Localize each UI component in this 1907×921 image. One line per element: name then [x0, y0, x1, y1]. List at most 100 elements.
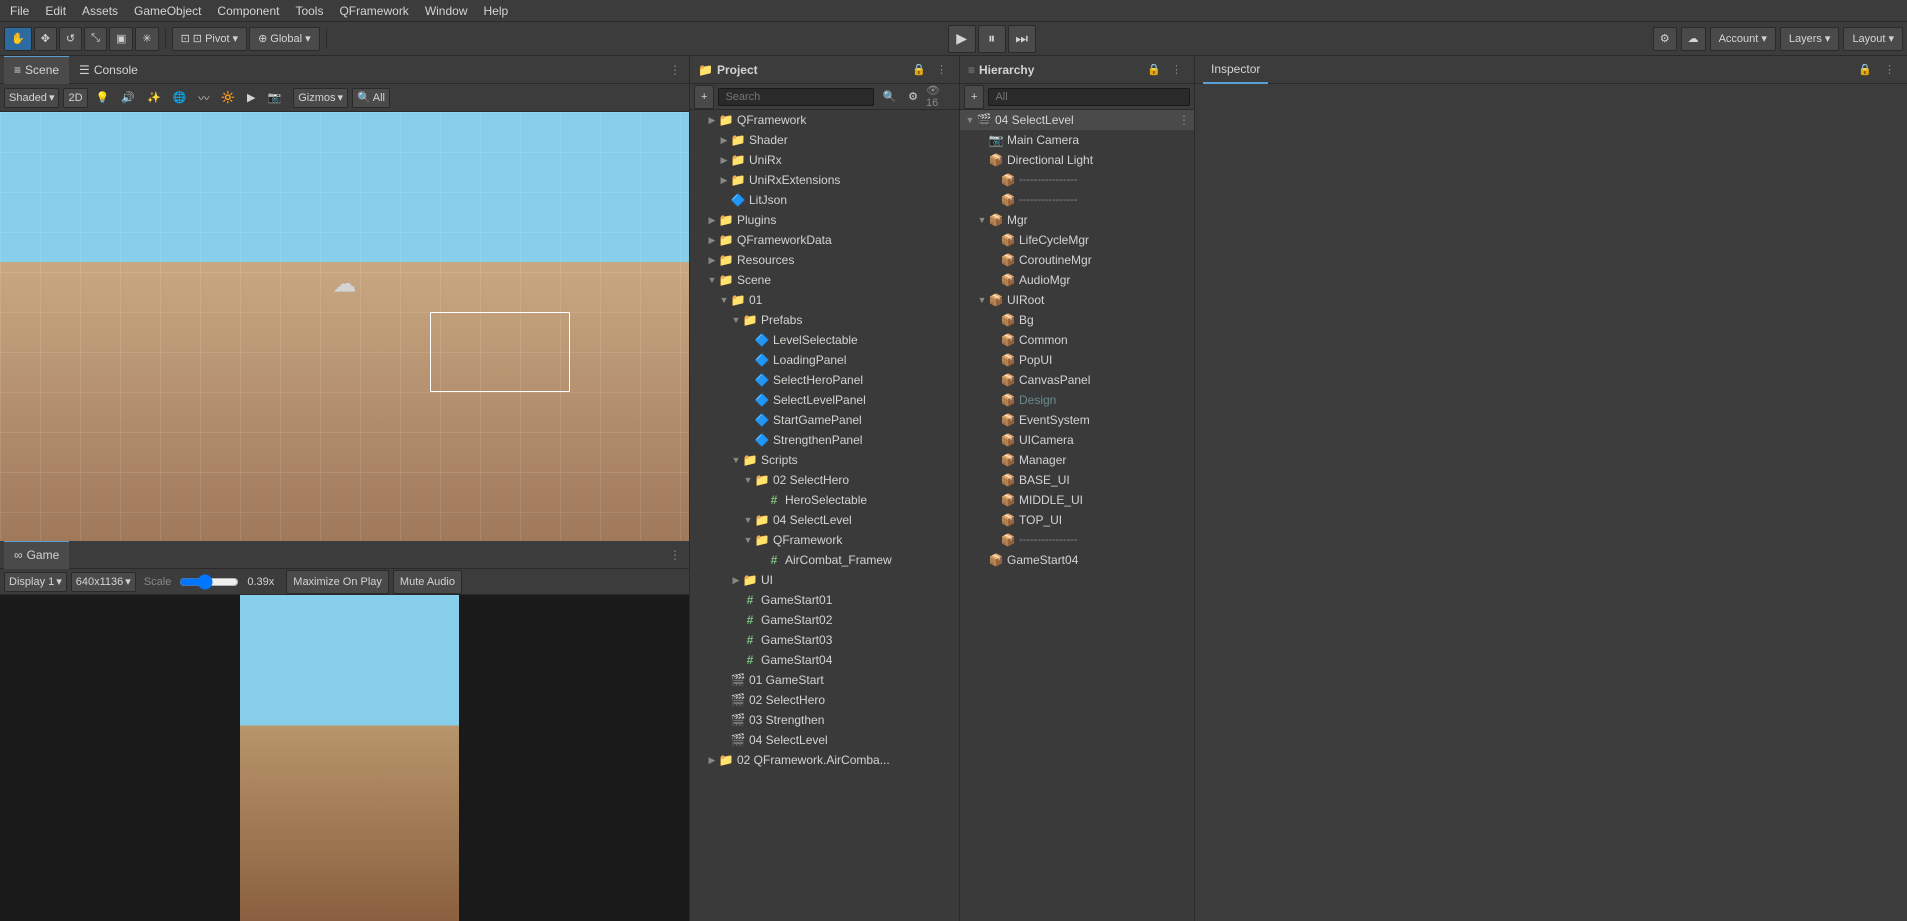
shaded-dropdown[interactable]: Shaded ▾	[4, 88, 59, 108]
cloud-button[interactable]: ☁	[1681, 27, 1706, 51]
global-button[interactable]: ⊕ Global ▾	[249, 27, 320, 51]
resolution-dropdown[interactable]: 640x1136 ▾	[71, 572, 136, 592]
project-item-plugins[interactable]: ▶ 📁 Plugins	[690, 210, 959, 230]
game-tab-menu[interactable]: ⋮	[665, 548, 685, 562]
project-item-levelselectable[interactable]: 🔷 LevelSelectable	[690, 330, 959, 350]
hand-tool-button[interactable]: ✋	[4, 27, 32, 51]
project-item-04selectlevel[interactable]: ▼ 📁 04 SelectLevel	[690, 510, 959, 530]
hierarchy-item-bg[interactable]: 📦 Bg	[960, 310, 1194, 330]
hierarchy-add-button[interactable]: +	[964, 85, 984, 109]
menu-file[interactable]: File	[4, 4, 35, 18]
project-menu-button[interactable]: ⋮	[932, 61, 951, 78]
fog-button[interactable]: 〰	[194, 88, 213, 108]
inspector-tab[interactable]: Inspector	[1203, 56, 1268, 84]
hierarchy-item-gamestart04[interactable]: 📦 GameStart04	[960, 550, 1194, 570]
layout-dropdown[interactable]: Layout ▾	[1843, 27, 1903, 51]
rotate-tool-button[interactable]: ↺	[59, 27, 82, 51]
rect-tool-button[interactable]: ▣	[109, 27, 133, 51]
flare-button[interactable]: 🔆	[217, 88, 239, 108]
project-item-scene02selecthero[interactable]: 🎬 02 SelectHero	[690, 690, 959, 710]
hierarchy-item-manager[interactable]: 📦 Manager	[960, 450, 1194, 470]
project-item-scripts[interactable]: ▼ 📁 Scripts	[690, 450, 959, 470]
hierarchy-item-baseui[interactable]: 📦 BASE_UI	[960, 470, 1194, 490]
project-search-icon[interactable]: 🔍	[878, 87, 900, 107]
menu-edit[interactable]: Edit	[39, 4, 72, 18]
animated-button[interactable]: ▶	[243, 88, 259, 108]
project-item-02qframeworkaircomba[interactable]: ▶ 📁 02 QFramework.AirComba...	[690, 750, 959, 770]
menu-component[interactable]: Component	[211, 4, 285, 18]
menu-help[interactable]: Help	[478, 4, 515, 18]
scene-tab[interactable]: ≡ Scene	[4, 56, 69, 84]
console-tab[interactable]: ☰ Console	[69, 56, 148, 84]
project-item-qframeworkdata[interactable]: ▶ 📁 QFrameworkData	[690, 230, 959, 250]
hierarchy-item-maincamera[interactable]: 📷 Main Camera	[960, 130, 1194, 150]
project-item-resources[interactable]: ▶ 📁 Resources	[690, 250, 959, 270]
project-item-strengthenpanel[interactable]: 🔷 StrengthenPanel	[690, 430, 959, 450]
hierarchy-item-middleui[interactable]: 📦 MIDDLE_UI	[960, 490, 1194, 510]
game-tab[interactable]: ∞ Game	[4, 541, 69, 569]
menu-window[interactable]: Window	[419, 4, 474, 18]
hierarchy-item-uiroot[interactable]: ▼ 📦 UIRoot	[960, 290, 1194, 310]
hierarchy-item-design[interactable]: 📦 Design	[960, 390, 1194, 410]
mute-audio-button[interactable]: Mute Audio	[393, 570, 462, 594]
audio-button[interactable]: 🔊	[117, 88, 139, 108]
hierarchy-search-input[interactable]	[988, 88, 1190, 106]
project-item-gamestart01[interactable]: # GameStart01	[690, 590, 959, 610]
gizmos-dropdown[interactable]: Gizmos ▾	[293, 88, 348, 108]
project-item-gamestart04[interactable]: # GameStart04	[690, 650, 959, 670]
sky-button[interactable]: 🌐	[169, 88, 191, 108]
hierarchy-item-popui[interactable]: 📦 PopUI	[960, 350, 1194, 370]
project-item-selectheropanel[interactable]: 🔷 SelectHeroPanel	[690, 370, 959, 390]
project-item-scene[interactable]: ▼ 📁 Scene	[690, 270, 959, 290]
project-search-input[interactable]	[718, 88, 874, 106]
project-item-litjson[interactable]: 🔷 LitJson	[690, 190, 959, 210]
step-button[interactable]: ⏭	[1008, 25, 1036, 53]
scene-root-menu[interactable]: ⋮	[1178, 113, 1190, 127]
hierarchy-item-audiomgr[interactable]: 📦 AudioMgr	[960, 270, 1194, 290]
project-item-01[interactable]: ▼ 📁 01	[690, 290, 959, 310]
hierarchy-item-mgr[interactable]: ▼ 📦 Mgr	[960, 210, 1194, 230]
project-item-qframework2[interactable]: ▼ 📁 QFramework	[690, 530, 959, 550]
project-item-selectlevelpanel[interactable]: 🔷 SelectLevelPanel	[690, 390, 959, 410]
menu-assets[interactable]: Assets	[76, 4, 124, 18]
light-button[interactable]: 💡	[92, 88, 114, 108]
hierarchy-item-topui[interactable]: 📦 TOP_UI	[960, 510, 1194, 530]
project-item-heroselectable[interactable]: # HeroSelectable	[690, 490, 959, 510]
hierarchy-item-common[interactable]: 📦 Common	[960, 330, 1194, 350]
play-button[interactable]: ▶	[948, 25, 976, 53]
project-item-gamestart03[interactable]: # GameStart03	[690, 630, 959, 650]
project-item-unirxextensions[interactable]: ▶ 📁 UniRxExtensions	[690, 170, 959, 190]
hierarchy-menu-button[interactable]: ⋮	[1167, 61, 1186, 78]
scale-tool-button[interactable]: ⤡	[84, 27, 107, 51]
hierarchy-item-uicamera[interactable]: 📦 UICamera	[960, 430, 1194, 450]
project-item-scene03strengthen[interactable]: 🎬 03 Strengthen	[690, 710, 959, 730]
move-tool-button[interactable]: ✥	[34, 27, 57, 51]
account-dropdown[interactable]: Account ▾	[1710, 27, 1776, 51]
inspector-menu-button[interactable]: ⋮	[1880, 61, 1899, 78]
fx-button[interactable]: ✨	[143, 88, 165, 108]
scene-tab-menu[interactable]: ⋮	[665, 63, 685, 77]
project-item-aircombatframew[interactable]: # AirCombat_Framew	[690, 550, 959, 570]
menu-gameobject[interactable]: GameObject	[128, 4, 207, 18]
hierarchy-item-canvaspanel[interactable]: 📦 CanvasPanel	[960, 370, 1194, 390]
2d-button[interactable]: 2D	[63, 88, 87, 108]
project-add-button[interactable]: +	[694, 85, 714, 109]
project-item-scene01gamestart[interactable]: 🎬 01 GameStart	[690, 670, 959, 690]
hierarchy-item-coroutinemgr[interactable]: 📦 CoroutineMgr	[960, 250, 1194, 270]
display-dropdown[interactable]: Display 1 ▾	[4, 572, 67, 592]
project-filter-button[interactable]: ⚙	[904, 87, 922, 107]
inspector-lock-button[interactable]: 🔒	[1854, 61, 1876, 78]
camera-icon-button[interactable]: 📷	[264, 88, 286, 108]
hierarchy-item-directionallight[interactable]: 📦 Directional Light	[960, 150, 1194, 170]
project-item-ui[interactable]: ▶ 📁 UI	[690, 570, 959, 590]
menu-qframework[interactable]: QFramework	[333, 4, 414, 18]
menu-tools[interactable]: Tools	[289, 4, 329, 18]
hierarchy-item-04selectlevel[interactable]: ▼ 🎬 04 SelectLevel ⋮	[960, 110, 1194, 130]
project-lock-button[interactable]: 🔒	[908, 61, 930, 78]
project-item-shader[interactable]: ▶ 📁 Shader	[690, 130, 959, 150]
project-item-qframework[interactable]: ▶ 📁 QFramework	[690, 110, 959, 130]
hierarchy-lock-button[interactable]: 🔒	[1143, 61, 1165, 78]
project-item-scene04selectlevel[interactable]: 🎬 04 SelectLevel	[690, 730, 959, 750]
all-dropdown[interactable]: 🔍 All	[352, 88, 390, 108]
pause-button[interactable]: ⏸	[978, 25, 1006, 53]
